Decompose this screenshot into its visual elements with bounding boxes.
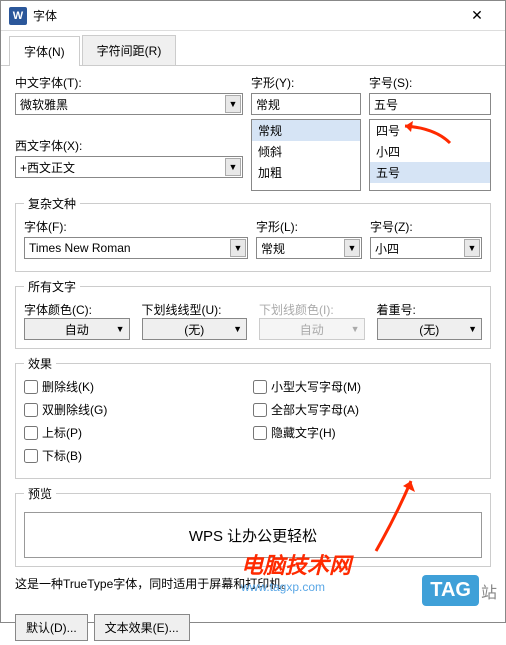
strike-checkbox[interactable]: 删除线(K) [24, 378, 253, 395]
sub-checkbox[interactable]: 下标(B) [24, 447, 253, 464]
underline-dropdown[interactable]: (无)▼ [142, 318, 248, 340]
preview-legend: 预览 [24, 485, 56, 502]
app-icon: W [9, 7, 27, 25]
complex-font-input[interactable] [24, 237, 248, 259]
texteffect-button[interactable]: 文本效果(E)... [94, 614, 190, 641]
western-font-label: 西文字体(X): [15, 137, 243, 154]
default-button[interactable]: 默认(D)... [15, 614, 88, 641]
size-input[interactable] [369, 93, 491, 115]
alltext-legend: 所有文字 [24, 278, 80, 295]
complex-size-label: 字号(Z): [370, 218, 482, 235]
tab-font[interactable]: 字体(N) [9, 36, 80, 66]
size-label: 字号(S): [369, 74, 491, 91]
ulcolor-label: 下划线颜色(I): [259, 303, 334, 317]
dstrike-checkbox[interactable]: 双删除线(G) [24, 401, 253, 418]
hidden-checkbox[interactable]: 隐藏文字(H) [253, 424, 482, 441]
ulcolor-dropdown: 自动▼ [259, 318, 365, 340]
cn-font-label: 中文字体(T): [15, 74, 243, 91]
complex-font-label: 字体(F): [24, 218, 248, 235]
emphasis-dropdown[interactable]: (无)▼ [377, 318, 483, 340]
list-item[interactable]: 小四 [370, 141, 490, 162]
western-font-input[interactable] [15, 156, 243, 178]
smallcaps-checkbox[interactable]: 小型大写字母(M) [253, 378, 482, 395]
window-title: 字体 [33, 7, 457, 24]
complex-style-label: 字形(L): [256, 218, 362, 235]
allcaps-checkbox[interactable]: 全部大写字母(A) [253, 401, 482, 418]
close-button[interactable]: ✕ [457, 1, 497, 31]
style-listbox[interactable]: 常规 倾斜 加粗 [251, 119, 361, 191]
list-item[interactable]: 常规 [252, 120, 360, 141]
complex-style-input[interactable] [256, 237, 362, 259]
style-input[interactable] [251, 93, 361, 115]
chevron-down-icon: ▼ [351, 324, 360, 334]
list-item[interactable]: 五号 [370, 162, 490, 183]
list-item[interactable]: 四号 [370, 120, 490, 141]
size-listbox[interactable]: 四号 小四 五号 [369, 119, 491, 191]
preview-box: WPS 让办公更轻松 [24, 512, 482, 558]
tab-spacing[interactable]: 字符间距(R) [82, 35, 177, 65]
chevron-down-icon: ▼ [468, 324, 477, 334]
style-label: 字形(Y): [251, 74, 361, 91]
chevron-down-icon: ▼ [116, 324, 125, 334]
color-dropdown[interactable]: 自动▼ [24, 318, 130, 340]
color-label: 字体颜色(C): [24, 303, 92, 317]
preview-note: 这是一种TrueType字体，同时适用于屏幕和打印机。 [15, 575, 491, 592]
underline-label: 下划线线型(U): [142, 303, 222, 317]
super-checkbox[interactable]: 上标(P) [24, 424, 253, 441]
cn-font-input[interactable] [15, 93, 243, 115]
emphasis-label: 着重号: [377, 303, 416, 317]
list-item[interactable]: 加粗 [252, 162, 360, 183]
effects-legend: 效果 [24, 355, 56, 372]
complex-size-input[interactable] [370, 237, 482, 259]
complex-legend: 复杂文种 [24, 195, 80, 212]
chevron-down-icon: ▼ [233, 324, 242, 334]
list-item[interactable]: 倾斜 [252, 141, 360, 162]
